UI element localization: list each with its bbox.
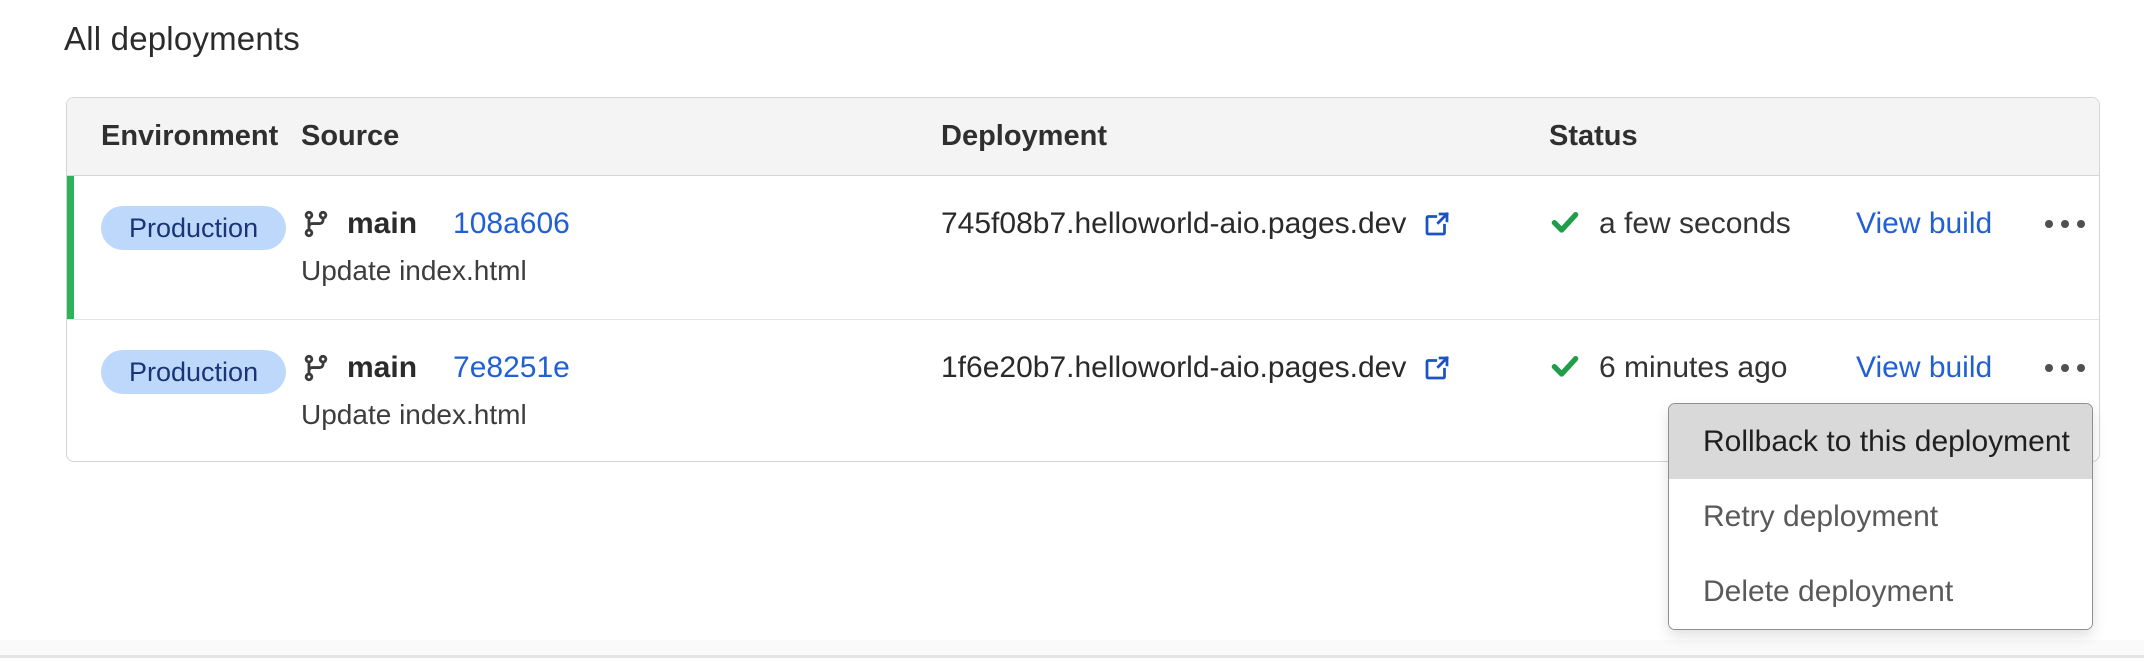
menu-item-rollback[interactable]: Rollback to this deployment: [1669, 404, 2092, 479]
menu-item-delete[interactable]: Delete deployment: [1669, 554, 2092, 629]
commit-link[interactable]: 7e8251e: [453, 351, 570, 385]
column-header-status: Status: [1549, 120, 1856, 153]
check-icon: [1549, 350, 1581, 387]
check-icon: [1549, 206, 1581, 243]
page-title: All deployments: [64, 20, 300, 58]
deployment-url: 745f08b7.helloworld-aio.pages.dev: [941, 207, 1406, 241]
column-header-deployment: Deployment: [941, 120, 1549, 153]
source-cell: main 7e8251e Update index.html: [301, 320, 941, 462]
environment-badge: Production: [101, 206, 286, 250]
table-header-row: Environment Source Deployment Status: [67, 98, 2099, 176]
section-bottom-band: [0, 640, 2144, 656]
git-branch-icon: [301, 353, 331, 383]
ellipsis-menu-button[interactable]: [2041, 216, 2089, 232]
view-build-link[interactable]: View build: [1856, 348, 1992, 388]
menu-item-retry[interactable]: Retry deployment: [1669, 479, 2092, 554]
column-header-environment: Environment: [67, 120, 301, 153]
status-time: 6 minutes ago: [1599, 351, 1787, 385]
branch-name: main: [347, 207, 417, 241]
status-time: a few seconds: [1599, 207, 1791, 241]
commit-message: Update index.html: [301, 254, 570, 288]
view-build-cell: View build: [1856, 176, 2041, 319]
environment-badge: Production: [101, 350, 286, 394]
current-deployment-indicator: [67, 176, 74, 319]
section-divider: [0, 655, 2144, 658]
deployment-url: 1f6e20b7.helloworld-aio.pages.dev: [941, 351, 1406, 385]
source-cell: main 108a606 Update index.html: [301, 176, 941, 319]
commit-link[interactable]: 108a606: [453, 207, 570, 241]
status-cell: a few seconds: [1549, 176, 1856, 319]
branch-name: main: [347, 351, 417, 385]
deployment-cell: 745f08b7.helloworld-aio.pages.dev: [941, 176, 1549, 319]
ellipsis-menu-button[interactable]: [2041, 360, 2089, 376]
deployment-cell: 1f6e20b7.helloworld-aio.pages.dev: [941, 320, 1549, 462]
external-link-icon[interactable]: [1422, 209, 1452, 239]
commit-message: Update index.html: [301, 398, 570, 432]
view-build-link[interactable]: View build: [1856, 204, 1992, 244]
external-link-icon[interactable]: [1422, 353, 1452, 383]
row-actions-cell: [2041, 176, 2099, 319]
git-branch-icon: [301, 209, 331, 239]
environment-cell: Production: [67, 176, 301, 319]
deployment-actions-menu: Rollback to this deployment Retry deploy…: [1668, 403, 2093, 630]
environment-cell: Production: [67, 320, 301, 462]
table-row: Production main 108a606 Update index.htm…: [67, 176, 2099, 319]
column-header-source: Source: [301, 120, 941, 153]
